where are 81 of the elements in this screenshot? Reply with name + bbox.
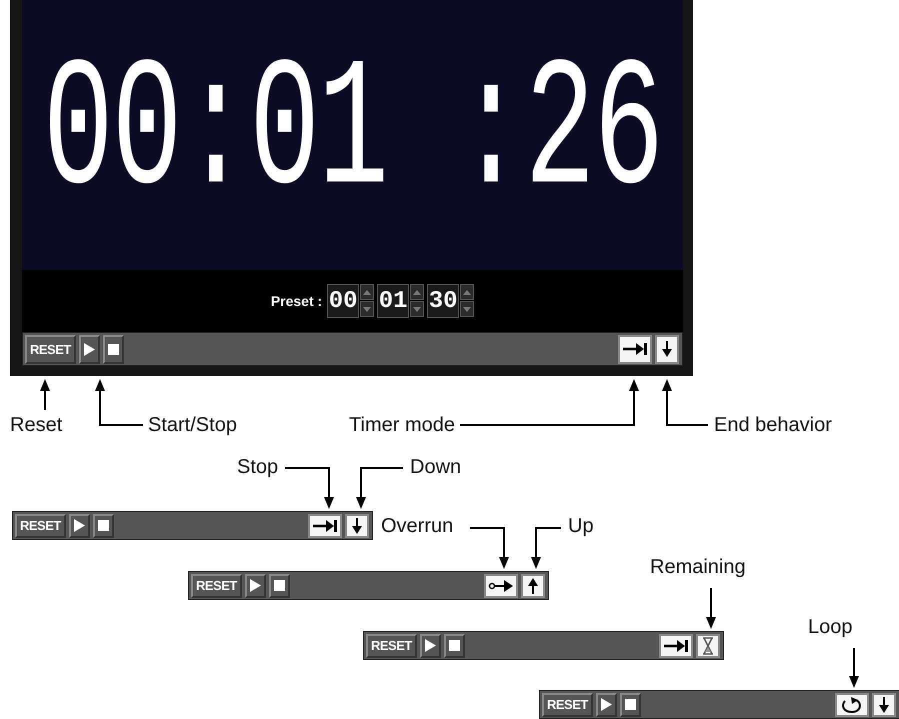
reset-button[interactable]: RESET — [542, 692, 593, 716]
reset-button[interactable]: RESET — [25, 334, 76, 364]
play-icon — [424, 639, 436, 652]
play-icon — [600, 698, 612, 711]
callout-arrow — [849, 648, 859, 688]
play-button[interactable] — [78, 334, 100, 364]
callout-arrow — [40, 379, 50, 410]
play-icon — [250, 579, 261, 592]
timer-mode-button[interactable] — [484, 574, 518, 598]
preset-field[interactable]: 01 — [377, 284, 410, 318]
reset-button[interactable]: RESET — [366, 634, 417, 658]
play-icon — [84, 342, 95, 356]
play-button[interactable] — [244, 574, 266, 598]
play-button[interactable] — [420, 634, 441, 658]
stop-button[interactable] — [92, 514, 114, 538]
callout-arrow — [285, 467, 334, 509]
up-triangle-icon — [413, 290, 422, 294]
end-behavior-button[interactable] — [345, 514, 369, 538]
callout-label: Timer mode — [349, 415, 455, 435]
spin-up-button[interactable] — [360, 284, 374, 300]
stop-button[interactable] — [444, 634, 465, 658]
down-triangle-icon — [463, 306, 472, 312]
callout-label: End behavior — [714, 415, 832, 435]
callout-label: Remaining — [650, 557, 746, 577]
callout-arrow — [356, 467, 403, 509]
circle-arrow-icon — [488, 578, 514, 592]
callout-arrow — [531, 527, 561, 569]
reset-button[interactable]: RESET — [15, 514, 66, 538]
play-icon — [74, 519, 85, 532]
callout-label: Stop — [237, 457, 278, 477]
arrow-to-bar-icon — [622, 342, 648, 356]
callout-arrow — [706, 588, 716, 629]
down-arrow-icon — [352, 518, 362, 534]
spin-up-button[interactable] — [410, 284, 424, 300]
down-triangle-icon — [413, 306, 422, 312]
callout-label: Reset — [10, 415, 62, 435]
preset-field[interactable]: 00 — [327, 284, 360, 318]
end-behavior-button[interactable] — [696, 634, 720, 658]
stop-button[interactable] — [268, 574, 290, 598]
arrow-to-bar-icon — [663, 638, 689, 652]
stop-icon — [448, 640, 460, 651]
play-button[interactable] — [596, 692, 617, 716]
stop-icon — [98, 520, 109, 531]
spin-down-button[interactable] — [360, 301, 374, 317]
stop-icon — [274, 580, 285, 591]
preset-label: Preset : — [270, 293, 322, 309]
arrow-to-bar-icon — [312, 518, 338, 532]
time-readout: 00:01 :26 — [42, 44, 662, 226]
spin-down-button[interactable] — [460, 301, 474, 317]
callout-label: Up — [568, 516, 594, 536]
stop-icon — [108, 344, 119, 354]
timer-mode-button[interactable] — [308, 514, 342, 538]
callout-arrow — [470, 527, 509, 569]
down-triangle-icon — [363, 306, 372, 312]
stop-button[interactable] — [620, 692, 641, 716]
callout-label: Loop — [808, 617, 852, 637]
callout-arrow — [662, 379, 708, 426]
stop-icon — [624, 699, 636, 710]
end-behavior-button[interactable] — [655, 334, 679, 364]
up-triangle-icon — [463, 290, 472, 294]
up-arrow-icon — [528, 578, 538, 594]
callout-label: Overrun — [381, 516, 454, 536]
callout-label: Start/Stop — [148, 415, 237, 435]
stop-button[interactable] — [102, 334, 124, 364]
preset-field[interactable]: 30 — [427, 284, 460, 318]
down-arrow-icon — [662, 341, 672, 357]
loop-arrow-icon — [840, 696, 864, 714]
spin-up-button[interactable] — [460, 284, 474, 300]
end-behavior-button[interactable] — [521, 574, 545, 598]
timer-mode-button[interactable] — [618, 334, 652, 364]
hourglass-icon — [702, 636, 714, 654]
reset-button[interactable]: RESET — [191, 574, 242, 598]
timer-mode-button[interactable] — [659, 634, 693, 658]
play-button[interactable] — [68, 514, 90, 538]
callout-arrow — [95, 379, 143, 426]
up-triangle-icon — [363, 290, 372, 294]
end-behavior-button[interactable] — [872, 692, 896, 716]
timer-mode-button[interactable] — [835, 692, 869, 716]
spin-down-button[interactable] — [410, 301, 424, 317]
down-arrow-icon — [879, 696, 889, 712]
callout-label: Down — [410, 457, 462, 477]
